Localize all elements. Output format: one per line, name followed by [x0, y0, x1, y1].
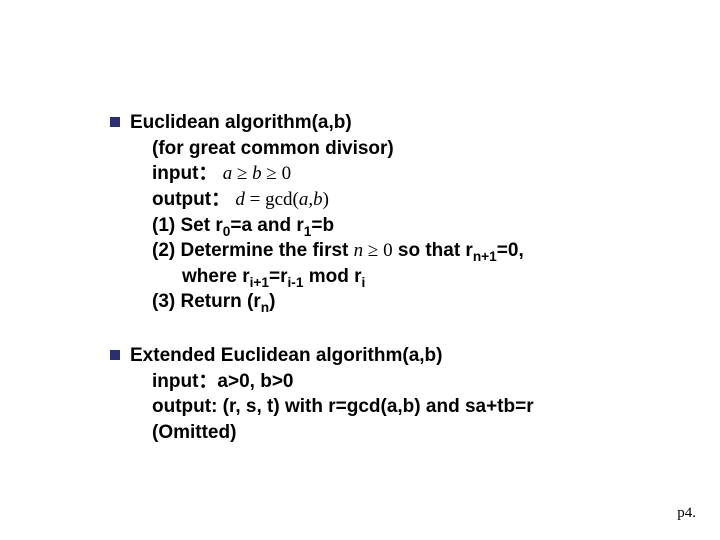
item-2-body: Extended Euclidean algorithm(a,b) input：…	[130, 343, 534, 446]
step3-sub-n: n	[261, 300, 269, 315]
step2-where-a: where r	[182, 266, 250, 287]
page-number: p4.	[677, 505, 696, 522]
math-ge2: ≥	[266, 163, 276, 184]
item-1-input-line: input： a ≥ b ≥ 0	[130, 161, 524, 187]
math-gcd-b: b	[313, 189, 323, 210]
step2-b: so that r	[393, 240, 473, 261]
item-1-step3: (3) Return (rn)	[130, 289, 524, 315]
bullet-item-2: Extended Euclidean algorithm(a,b) input：…	[110, 343, 680, 446]
step3-a: (3) Return (r	[152, 291, 261, 312]
step2-math-n: n	[354, 240, 364, 261]
step2-sub-im1: i-1	[287, 275, 303, 290]
step2-math: n ≥ 0	[354, 240, 393, 261]
item-1-step1: (1) Set r0=a and r1=b	[130, 213, 524, 239]
item-1-desc: (for great common divisor)	[130, 136, 524, 162]
output-label: output：	[152, 189, 230, 210]
step2-math-zero: 0	[383, 240, 393, 261]
item-1-step2: (2) Determine the first n ≥ 0 so that rn…	[130, 238, 524, 264]
math-gcd-close: )	[323, 189, 329, 210]
math-gcd-a: a	[299, 189, 309, 210]
item-1-body: Euclidean algorithm(a,b) (for great comm…	[130, 110, 524, 315]
step2-sub-i: i	[362, 275, 366, 290]
math-gcdopen: gcd(	[265, 189, 299, 210]
input-label: input：	[152, 163, 217, 184]
item-2-title: Extended Euclidean algorithm(a,b)	[130, 343, 534, 369]
item-2-output: output: (r, s, t) with r=gcd(a,b) and sa…	[130, 394, 534, 420]
step2-where-c: mod r	[303, 266, 361, 287]
step2-a: (2) Determine the first	[152, 240, 354, 261]
input-math: a ≥ b ≥ 0	[223, 163, 291, 184]
item-1-output-line: output： d = gcd(a,b)	[130, 187, 524, 213]
step2-sub-ip1: i+1	[250, 275, 269, 290]
math-eq: =	[245, 189, 265, 210]
step3-b: )	[269, 291, 275, 312]
item-2-omitted: (Omitted)	[130, 420, 534, 446]
slide: Euclidean algorithm(a,b) (for great comm…	[0, 0, 720, 540]
math-ge1: ≥	[237, 163, 247, 184]
math-b: b	[252, 163, 262, 184]
step2-c: =0,	[497, 240, 524, 261]
step2-where-b: =r	[269, 266, 288, 287]
output-math: d = gcd(a,b)	[235, 189, 329, 210]
step2-sub-n1: n+1	[473, 249, 497, 264]
math-a: a	[223, 163, 233, 184]
square-bullet-icon	[110, 350, 120, 360]
math-d: d	[235, 189, 245, 210]
step1-b: =a and r	[230, 215, 303, 236]
square-bullet-icon	[110, 117, 120, 127]
step2-math-ge: ≥	[363, 240, 383, 261]
step1-a: (1) Set r	[152, 215, 223, 236]
item-1-step2-where: where ri+1=ri-1 mod ri	[130, 264, 524, 290]
step1-c: =b	[311, 215, 334, 236]
bullet-item-1: Euclidean algorithm(a,b) (for great comm…	[110, 110, 680, 315]
math-zero: 0	[282, 163, 292, 184]
item-1-title: Euclidean algorithm(a,b)	[130, 110, 524, 136]
item-2-input: input：a>0, b>0	[130, 369, 534, 395]
